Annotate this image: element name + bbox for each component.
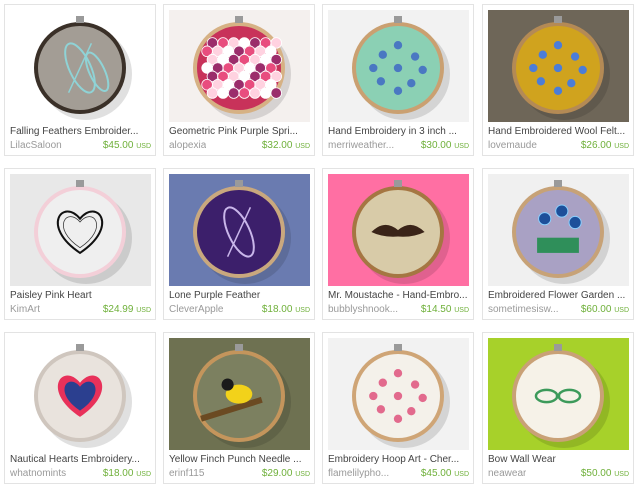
listing-card[interactable]: Embroidered Flower Garden ... sometimesi… (482, 168, 634, 320)
listing-card[interactable]: Nautical Hearts Embroidery... whatnomint… (4, 332, 156, 484)
listing-price: $24.99 USD (102, 304, 151, 315)
listing-thumbnail[interactable] (169, 10, 310, 122)
listing-price: $18.00 USD (261, 304, 310, 315)
listing-card[interactable]: Mr. Moustache - Hand-Embro... bubblyshno… (322, 168, 474, 320)
listing-thumbnail[interactable] (10, 174, 151, 286)
listing-price: $30.00 USD (420, 140, 469, 151)
listing-price: $32.00 USD (261, 140, 310, 151)
listing-thumbnail[interactable] (328, 338, 469, 450)
listing-thumbnail[interactable] (488, 10, 629, 122)
listing-title[interactable]: Yellow Finch Punch Needle ... (169, 454, 310, 465)
listing-title[interactable]: Falling Feathers Embroider... (10, 126, 151, 137)
shop-name[interactable]: KimArt (10, 304, 40, 315)
listing-artwork (328, 174, 469, 286)
listing-thumbnail[interactable] (10, 10, 151, 122)
listing-title[interactable]: Nautical Hearts Embroidery... (10, 454, 151, 465)
listing-title[interactable]: Embroidered Flower Garden ... (488, 290, 629, 301)
listing-artwork (10, 174, 151, 286)
listing-thumbnail[interactable] (488, 338, 629, 450)
listing-price: $26.00 USD (580, 140, 629, 151)
shop-name[interactable]: LilacSaloon (10, 140, 62, 151)
listing-price: $45.00 USD (102, 140, 151, 151)
listing-card[interactable]: Paisley Pink Heart KimArt $24.99 USD (4, 168, 156, 320)
listing-price: $29.00 USD (261, 468, 310, 479)
listing-card[interactable]: Hand Embroidery in 3 inch ... merriweath… (322, 4, 474, 156)
listing-thumbnail[interactable] (169, 338, 310, 450)
listing-card[interactable]: Geometric Pink Purple Spri... alopexia $… (163, 4, 315, 156)
listing-price: $14.50 USD (420, 304, 469, 315)
listing-title[interactable]: Hand Embroidered Wool Felt... (488, 126, 629, 137)
listing-title[interactable]: Lone Purple Feather (169, 290, 310, 301)
shop-name[interactable]: lovemaude (488, 140, 537, 151)
shop-name[interactable]: whatnomints (10, 468, 66, 479)
listing-artwork (10, 338, 151, 450)
listing-thumbnail[interactable] (328, 10, 469, 122)
listing-title[interactable]: Bow Wall Wear (488, 454, 629, 465)
listing-artwork (169, 174, 310, 286)
listing-artwork (488, 174, 629, 286)
shop-name[interactable]: neawear (488, 468, 526, 479)
listing-artwork (328, 10, 469, 122)
shop-name[interactable]: CleverApple (169, 304, 223, 315)
shop-name[interactable]: erinf115 (169, 468, 204, 479)
listing-title[interactable]: Mr. Moustache - Hand-Embro... (328, 290, 469, 301)
shop-name[interactable]: alopexia (169, 140, 206, 151)
listing-card[interactable]: Hand Embroidered Wool Felt... lovemaude … (482, 4, 634, 156)
listing-artwork (488, 10, 629, 122)
listing-price: $60.00 USD (580, 304, 629, 315)
listing-artwork (328, 338, 469, 450)
listing-price: $50.00 USD (580, 468, 629, 479)
listing-grid: Falling Feathers Embroider... LilacSaloo… (0, 0, 640, 490)
listing-card[interactable]: Falling Feathers Embroider... LilacSaloo… (4, 4, 156, 156)
shop-name[interactable]: flamelilypho... (328, 468, 389, 479)
listing-artwork (169, 338, 310, 450)
listing-title[interactable]: Embroidery Hoop Art - Cher... (328, 454, 469, 465)
listing-thumbnail[interactable] (169, 174, 310, 286)
listing-artwork (488, 338, 629, 450)
shop-name[interactable]: sometimesisw... (488, 304, 559, 315)
listing-title[interactable]: Geometric Pink Purple Spri... (169, 126, 310, 137)
listing-price: $45.00 USD (420, 468, 469, 479)
shop-name[interactable]: merriweather... (328, 140, 394, 151)
listing-artwork (169, 10, 310, 122)
listing-thumbnail[interactable] (328, 174, 469, 286)
listing-card[interactable]: Yellow Finch Punch Needle ... erinf115 $… (163, 332, 315, 484)
listing-thumbnail[interactable] (488, 174, 629, 286)
listing-thumbnail[interactable] (10, 338, 151, 450)
listing-card[interactable]: Embroidery Hoop Art - Cher... flamelilyp… (322, 332, 474, 484)
listing-title[interactable]: Hand Embroidery in 3 inch ... (328, 126, 469, 137)
listing-card[interactable]: Lone Purple Feather CleverApple $18.00 U… (163, 168, 315, 320)
listing-card[interactable]: Bow Wall Wear neawear $50.00 USD (482, 332, 634, 484)
listing-artwork (10, 10, 151, 122)
listing-title[interactable]: Paisley Pink Heart (10, 290, 151, 301)
shop-name[interactable]: bubblyshnook... (328, 304, 398, 315)
listing-price: $18.00 USD (102, 468, 151, 479)
